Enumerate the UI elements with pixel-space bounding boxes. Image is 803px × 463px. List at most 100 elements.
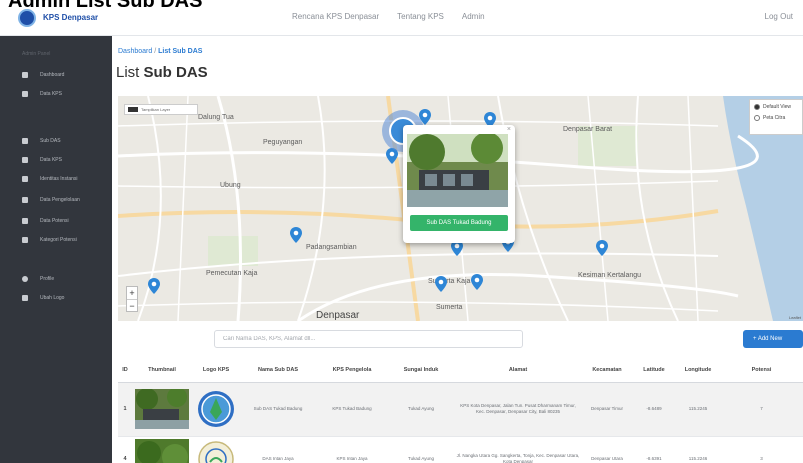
basemap-option-label: Peta Citra [763,115,786,121]
edit-icon [22,295,28,301]
map-label: Peguyangan [263,139,303,146]
map-attribution[interactable]: Leaflet [789,315,801,320]
kps-logo-icon [198,391,234,427]
map-label: Ubung [220,182,241,189]
sidebar-item-kps[interactable]: Data KPS [0,153,112,167]
nav-rencana[interactable]: Rencana KPS Denpasar [292,12,379,21]
breadcrumb-current: List Sub DAS [158,48,203,55]
sidebar-item-label: Sub DAS [40,138,61,144]
col-sungai[interactable]: Sungai Induk [388,358,454,383]
sidebar-item-potensi[interactable]: Data Potensi [0,214,112,228]
cell-kecamatan: Denpasar Utara [582,436,632,463]
zoom-in-button[interactable]: + [127,287,137,299]
sidebar-item-label: Data KPS [40,91,62,97]
map-label: Pemecutan Kaja [206,270,258,277]
table-row[interactable]: 1 Sub DAS Tukad Badung KPS Tukad Badung … [118,382,803,437]
cell-logo [192,436,240,463]
admin-page: Admin List Sub DAS KPS Denpasar Rencana … [0,0,803,463]
sidebar-item-label: Dashboard [40,72,65,78]
folder-icon [22,157,28,163]
cell-kps: KPS Intan Jaya [316,436,388,463]
thumbnail-image[interactable] [135,438,189,463]
map-marker-icon[interactable] [148,278,160,294]
sidebar-item-sub-das[interactable]: Sub DAS [0,134,112,148]
cell-alamat: KPS Kota Denpasar, Jalan Tun. Pusat Dhar… [454,382,582,437]
col-thumbnail[interactable]: Thumbnail [132,358,192,383]
kps-logo-icon [198,440,234,463]
table-header-row: ID Thumbnail Logo KPS Nama Sub DAS KPS P… [118,358,803,383]
sidebar-item-label: Data Pengelolaan [40,197,80,203]
thumbnail-image[interactable] [135,389,189,429]
map-label: Dalung Tua [198,114,234,121]
search-input[interactable] [214,330,523,348]
cell-nama: Sub DAS Tukad Badung [240,382,316,437]
cell-latitude: -8.6489 [632,382,676,437]
cell-potensi: 7 [720,382,803,437]
layer-icon [128,107,138,112]
cell-potensi: 3 [720,436,803,463]
popup-photo [407,134,508,207]
col-alamat[interactable]: Alamat [454,358,582,383]
sidebar-item-data-kps[interactable]: Data KPS [0,87,112,101]
sidebar-user: Admin Panel [0,36,112,57]
map-marker-icon[interactable] [435,276,447,292]
add-new-button[interactable]: + Add New [743,330,803,348]
caption-overlay: Admin List Sub DAS [8,0,203,12]
cell-kecamatan: Denpasar Timur [582,382,632,437]
sidebar-item-pengelolaan[interactable]: Data Pengelolaan [0,193,112,207]
col-kps[interactable]: KPS Pengelola [316,358,388,383]
sidebar-item-label: Data Potensi [40,218,69,224]
map-label: Padangsambian [306,244,357,251]
logout-link[interactable]: Log Out [765,12,793,21]
table-row[interactable]: 4 DAS Intan Jaya KPS Intan Jaya Tukad Ay… [118,436,803,463]
col-potensi[interactable]: Potensi [720,358,803,383]
sidebar-item-label: Profile [40,276,55,282]
basemap-option-label: Default View [763,104,791,110]
main-content: Dashboard / List Sub DAS List Sub DAS Da… [112,36,803,463]
cell-sungai: Tukad Ayung [388,382,454,437]
breadcrumb: Dashboard / List Sub DAS [118,48,202,55]
page-title-bold: Sub DAS [143,64,208,81]
map-marker-icon[interactable] [596,240,608,256]
sidebar-item-label: Kategori Potensi [40,237,77,243]
sidebar-item-kategori[interactable]: Kategori Potensi [0,233,112,247]
user-icon [22,276,28,282]
cell-nama: DAS Intan Jaya [240,436,316,463]
folder-icon [22,218,28,224]
sidebar-user-label: Admin Panel [22,51,51,57]
sidebar-item-profile[interactable]: Profile [0,272,112,286]
map-label: Denpasar [316,310,360,321]
dashboard-icon [22,72,28,78]
sidebar-item-dashboard[interactable]: Dashboard [0,68,112,82]
sidebar-item-identitas[interactable]: Identitas Instansi [0,172,112,186]
layer-toggle[interactable]: Tampilkan Layer [124,104,198,115]
cell-thumbnail [132,382,192,437]
folder-icon [22,176,28,182]
sidebar-item-ubah-logo[interactable]: Ubah Logo [0,291,112,305]
nav-tentang[interactable]: Tentang KPS [397,12,444,21]
popup-detail-button[interactable]: Sub DAS Tukad Badung [410,215,508,231]
layer-label: Tampilkan Layer [141,107,171,112]
basemap-option-citra[interactable]: Peta Citra [754,115,798,121]
breadcrumb-home[interactable]: Dashboard [118,48,152,55]
nav-admin[interactable]: Admin [462,12,485,21]
radio-icon [754,115,760,121]
cell-alamat: Jl. Nangka Utara Gg. Sangkerta, Tonja, K… [454,436,582,463]
col-kecamatan[interactable]: Kecamatan [582,358,632,383]
col-nama[interactable]: Nama Sub DAS [240,358,316,383]
folder-icon [22,197,28,203]
col-latitude[interactable]: Latitude [632,358,676,383]
col-logo[interactable]: Logo KPS [192,358,240,383]
map-marker-icon[interactable] [471,274,483,290]
col-longitude[interactable]: Longitude [676,358,720,383]
popup-close-icon[interactable]: × [507,126,511,133]
basemap-option-default[interactable]: Default View [754,104,798,110]
map-marker-icon[interactable] [290,227,302,243]
page-title-prefix: List [116,64,140,81]
zoom-out-button[interactable]: − [127,299,137,311]
basemap-control: Default View Peta Citra [749,99,803,135]
col-id[interactable]: ID [118,358,132,383]
map-view[interactable]: Dalung Tua Peguyangan Ubung Denpasar Bar… [118,96,803,321]
cell-kps: KPS Tukad Badung [316,382,388,437]
map-label: Denpasar Barat [563,126,613,133]
